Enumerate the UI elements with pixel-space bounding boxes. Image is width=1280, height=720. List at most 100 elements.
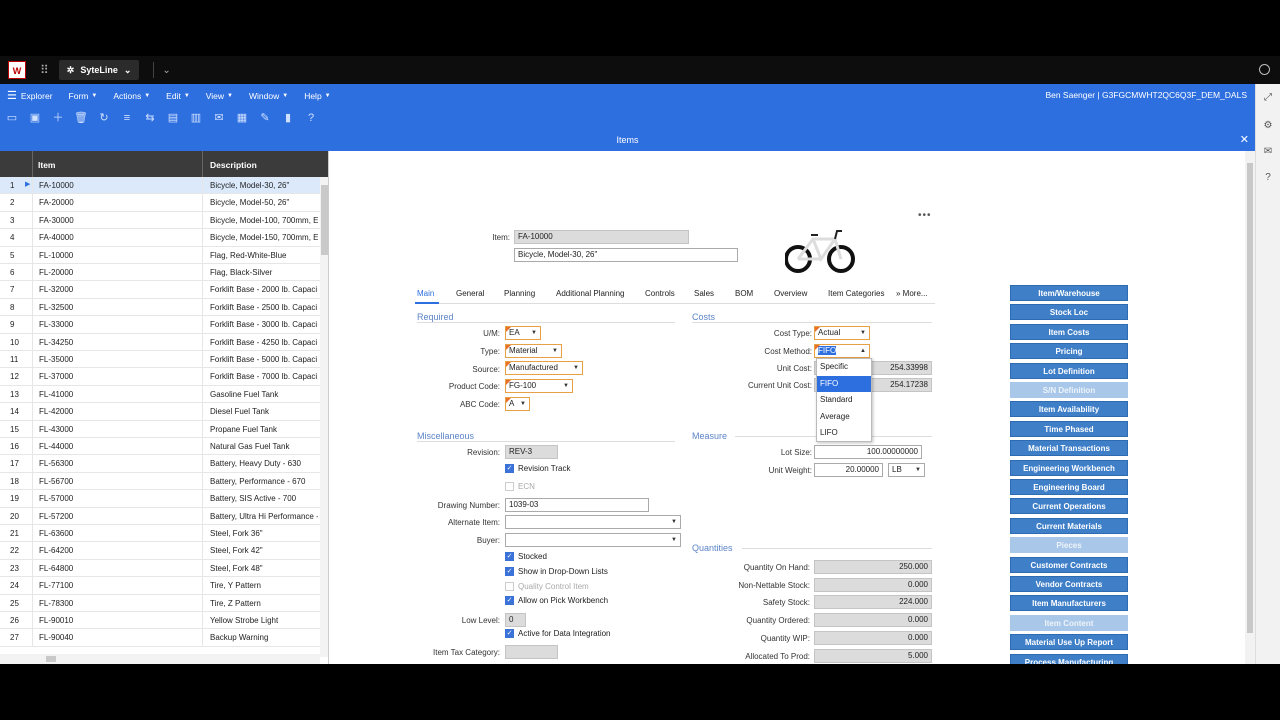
tab-additional-planning[interactable]: Additional Planning <box>556 289 625 298</box>
table-row[interactable]: 25 FL-78300 Tire, Z Pattern <box>0 594 320 612</box>
table-row[interactable]: 26 FL-90010 Yellow Strobe Light <box>0 612 320 630</box>
open-folder-icon[interactable]: ▭ <box>5 111 19 125</box>
tab-sales[interactable]: Sales <box>694 289 714 298</box>
engineering-board-button[interactable]: Engineering Board <box>1010 479 1128 495</box>
table-row[interactable]: 7 FL-32000 Forklift Base - 2000 lb. Capaci <box>0 281 320 299</box>
material-use-up-report-button[interactable]: Material Use Up Report <box>1010 634 1128 651</box>
menu-help[interactable]: Help ▼ <box>304 91 330 101</box>
user-profile-icon[interactable] <box>1259 64 1270 75</box>
product-code-select[interactable]: FG-100 ▼ <box>505 379 573 393</box>
item-content-button[interactable]: Item Content <box>1010 614 1128 631</box>
email-icon[interactable]: ✉ <box>212 111 226 125</box>
more-options-icon[interactable]: ••• <box>918 210 932 221</box>
grid-horizontal-scrollbar[interactable] <box>0 654 320 664</box>
quantity-field[interactable]: 0.000 <box>814 577 932 592</box>
vendor-contracts-button[interactable]: Vendor Contracts <box>1010 576 1128 592</box>
table-row[interactable]: 24 FL-77100 Tire, Y Pattern <box>0 577 320 595</box>
table-row[interactable]: 15 FL-43000 Propane Fuel Tank <box>0 420 320 438</box>
lot-size-field[interactable]: 100.00000000 <box>814 445 922 459</box>
revision-track-checkbox[interactable]: ✓ Revision Track <box>505 464 570 473</box>
material-transactions-button[interactable]: Material Transactions <box>1010 440 1128 457</box>
active-data-integration-checkbox[interactable]: ✓ Active for Data Integration <box>505 629 611 638</box>
table-row[interactable]: 19 FL-57000 Battery, SIS Active - 700 <box>0 490 320 508</box>
option-average[interactable]: Average <box>817 409 871 426</box>
low-level-field[interactable]: 0 <box>505 613 526 627</box>
s-n-definition-button[interactable]: S/N Definition <box>1010 382 1128 398</box>
table-row[interactable]: 17 FL-56300 Battery, Heavy Duty - 630 <box>0 455 320 473</box>
quantity-field[interactable]: 224.000 <box>814 595 932 610</box>
buyer-select[interactable]: ▼ <box>505 533 681 547</box>
menu-window[interactable]: Window ▼ <box>249 91 288 101</box>
add-icon[interactable]: ＋ <box>51 111 65 125</box>
help-icon[interactable]: ? <box>304 111 318 125</box>
option-specific[interactable]: Specific <box>817 359 871 376</box>
table-row[interactable]: 22 FL-64200 Steel, Fork 42" <box>0 542 320 560</box>
table-row[interactable]: 4 FA-40000 Bicycle, Model-150, 700mm, E <box>0 229 320 247</box>
table-row[interactable]: 18 FL-56700 Battery, Performance - 670 <box>0 472 320 491</box>
pieces-button[interactable]: Pieces <box>1010 537 1128 554</box>
save-icon[interactable]: ▣ <box>28 111 42 125</box>
quality-control-item-checkbox[interactable]: Quality Control Item <box>505 582 589 591</box>
table-row[interactable]: 12 FL-37000 Forklift Base - 7000 lb. Capac… <box>0 368 320 386</box>
filter-icon[interactable]: ≡ <box>120 111 134 125</box>
table-row[interactable]: 16 FL-44000 Natural Gas Fuel Tank <box>0 438 320 456</box>
tab-overview[interactable]: Overview <box>774 289 807 298</box>
menu-view[interactable]: View ▼ <box>206 91 233 101</box>
current-materials-button[interactable]: Current Materials <box>1010 517 1128 534</box>
delete-icon[interactable]: 🗑 <box>74 111 88 125</box>
table-row[interactable]: 13 FL-41000 Gasoline Fuel Tank <box>0 385 320 404</box>
tab-main[interactable]: Main <box>417 289 434 298</box>
stock-loc-button[interactable]: Stock Loc <box>1010 304 1128 321</box>
tab-more[interactable]: » More... <box>896 289 928 298</box>
tab-planning[interactable]: Planning <box>504 289 535 298</box>
table-row[interactable]: 21 FL-63600 Steel, Fork 36" <box>0 525 320 543</box>
help-icon[interactable]: ? <box>1262 172 1274 184</box>
quantity-field[interactable]: 5.000 <box>814 648 932 663</box>
table-row[interactable]: 14 FL-42000 Diesel Fuel Tank <box>0 403 320 421</box>
filter-in-place-icon[interactable]: ⇆ <box>143 111 157 125</box>
quantity-field[interactable]: 0.000 <box>814 630 932 645</box>
process-manufacturing-button[interactable]: Process Manufacturing <box>1010 653 1128 664</box>
pricing-button[interactable]: Pricing <box>1010 343 1128 360</box>
unit-weight-uom-select[interactable]: LB ▼ <box>888 463 925 477</box>
table-row[interactable]: 9 FL-33000 Forklift Base - 3000 lb. Capaci <box>0 316 320 334</box>
um-select[interactable]: EA ▼ <box>505 326 541 340</box>
item-warehouse-button[interactable]: Item/Warehouse <box>1010 285 1128 301</box>
refresh-icon[interactable]: ↻ <box>97 111 111 125</box>
app-switcher[interactable]: ✲ SyteLine ⌄ <box>58 60 140 80</box>
ecn-checkbox[interactable]: ECN <box>505 482 535 491</box>
form-vertical-scrollbar[interactable] <box>1245 151 1255 664</box>
menu-edit[interactable]: Edit ▼ <box>166 91 190 101</box>
close-icon[interactable]: ✕ <box>1240 129 1249 151</box>
drawing-number-field[interactable]: 1039-03 <box>505 498 649 512</box>
customer-contracts-button[interactable]: Customer Contracts <box>1010 556 1128 573</box>
abc-code-select[interactable]: A ▼ <box>505 397 530 411</box>
type-select[interactable]: Material ▼ <box>505 344 562 358</box>
table-row[interactable]: 3 FA-30000 Bicycle, Model-100, 700mm, E <box>0 211 320 230</box>
tab-item-categories[interactable]: Item Categories <box>828 289 884 298</box>
settings-icon[interactable]: ⚙ <box>1262 120 1274 132</box>
current-operations-button[interactable]: Current Operations <box>1010 498 1128 515</box>
option-fifo[interactable]: FIFO <box>817 375 871 393</box>
show-in-dropdown-checkbox[interactable]: ✓ Show in Drop-Down Lists <box>505 567 608 576</box>
app-grid-icon[interactable]: ⠿ <box>40 63 49 77</box>
revision-field[interactable]: REV-3 <box>505 445 558 459</box>
table-row[interactable]: 2 FA-20000 Bicycle, Model-50, 26" <box>0 194 320 212</box>
engineering-workbench-button[interactable]: Engineering Workbench <box>1010 459 1128 476</box>
expand-icon[interactable]: ⤢ <box>1262 92 1274 104</box>
tools-icon[interactable]: ✎ <box>258 111 272 125</box>
item-costs-button[interactable]: Item Costs <box>1010 323 1128 340</box>
item-description-field[interactable]: Bicycle, Model-30, 26" <box>514 248 738 262</box>
menu-form[interactable]: Form ▼ <box>69 91 98 101</box>
table-row[interactable]: 1 ▶ FA-10000 Bicycle, Model-30, 26" <box>0 177 320 195</box>
table-row[interactable]: 8 FL-32500 Forklift Base - 2500 lb. Capaci <box>0 298 320 317</box>
table-row[interactable]: 27 FL-90040 Backup Warning <box>0 629 320 647</box>
quantity-field[interactable]: 0.000 <box>814 613 932 628</box>
column-header-item[interactable]: Item <box>38 160 55 170</box>
source-select[interactable]: Manufactured ▼ <box>505 361 583 375</box>
report-icon[interactable]: ▦ <box>235 111 249 125</box>
item-field[interactable]: FA-10000 <box>514 230 689 244</box>
quantity-field[interactable]: 250.000 <box>814 560 932 574</box>
message-icon[interactable]: ✉ <box>1262 146 1274 158</box>
alternate-item-select[interactable]: ▼ <box>505 515 681 529</box>
